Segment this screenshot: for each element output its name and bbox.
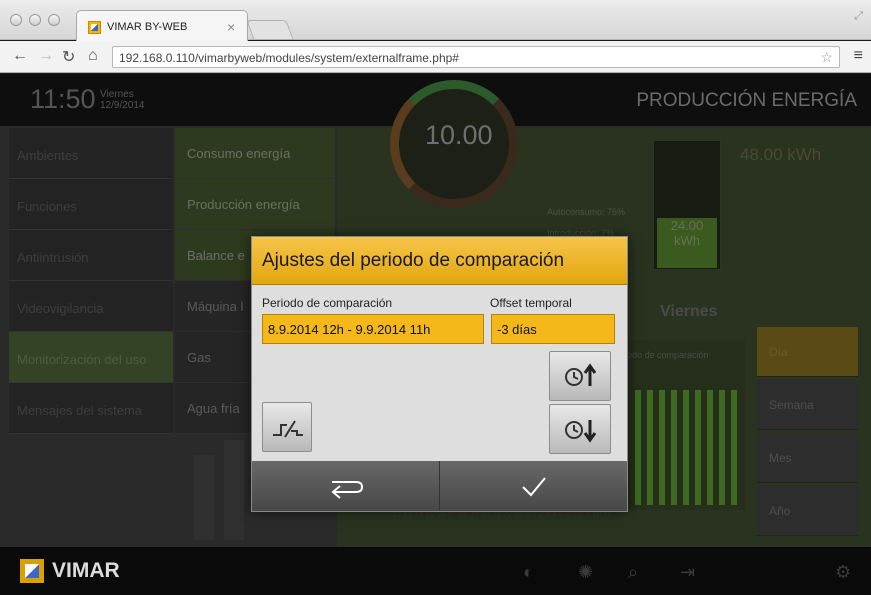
sidebar: Ambientes Funciones Antiintrusión Videov… bbox=[9, 128, 173, 458]
network-icon[interactable]: ✺ bbox=[578, 562, 593, 583]
browser-tab[interactable]: VIMAR BY-WEB × bbox=[76, 10, 248, 41]
comparison-chart bbox=[627, 340, 745, 510]
url-input[interactable]: 192.168.0.110/vimarbyweb/modules/system/… bbox=[112, 46, 840, 68]
browser-titlebar: VIMAR BY-WEB × ⤢ bbox=[0, 0, 871, 41]
app-footer: VIMAR ◐ ✺ ⌕ ⇥ ⚙ bbox=[0, 547, 871, 595]
address-bar: ← → ↻ ⌂ 192.168.0.110/vimarbyweb/modules… bbox=[0, 41, 871, 73]
sidebar-item-funciones[interactable]: Funciones bbox=[9, 179, 173, 230]
minimize-window-button[interactable] bbox=[29, 14, 41, 26]
shift-toggle-button[interactable] bbox=[262, 402, 312, 452]
menu-icon[interactable]: ≡ bbox=[854, 47, 863, 65]
zoom-window-button[interactable] bbox=[48, 14, 60, 26]
tab-close-icon[interactable]: × bbox=[227, 19, 235, 35]
brand-name: VIMAR bbox=[52, 559, 120, 582]
offset-label: Offset temporal bbox=[490, 296, 572, 310]
url-text: 192.168.0.110/vimarbyweb/modules/system/… bbox=[119, 51, 459, 65]
weekday: Viernes bbox=[100, 89, 134, 100]
clock-down-icon bbox=[565, 420, 597, 443]
sidebar-item-ambientes[interactable]: Ambientes bbox=[9, 128, 173, 179]
fullscreen-icon[interactable]: ⤢ bbox=[854, 10, 863, 23]
vimar-logo-icon bbox=[20, 559, 44, 583]
battery-value: 24.00 kWh bbox=[655, 218, 719, 248]
back-arrow-icon[interactable]: ← bbox=[12, 47, 28, 65]
dialog-actions bbox=[252, 461, 627, 511]
autoconsumo-label: Autoconsumo: 75% bbox=[547, 207, 626, 217]
dialog-header: Ajustes del periodo de comparación bbox=[252, 237, 627, 285]
comparison-settings-dialog: Ajustes del periodo de comparación Perio… bbox=[251, 236, 628, 512]
chart-bars bbox=[635, 390, 737, 505]
dialog-title: Ajustes del periodo de comparación bbox=[262, 250, 565, 271]
checkmark-icon bbox=[522, 477, 546, 497]
battery-unit: kWh bbox=[674, 233, 700, 248]
offset-field[interactable]: -3 días bbox=[491, 314, 615, 344]
total-energy: 48.00 kWh bbox=[740, 145, 822, 164]
confirm-button[interactable] bbox=[440, 461, 627, 511]
period-button-mes[interactable]: Mes bbox=[757, 433, 858, 483]
sidebar-item-mensajes[interactable]: Mensajes del sistema bbox=[9, 383, 173, 434]
sidebar-item-videovigilancia[interactable]: Videovigilancia bbox=[9, 281, 173, 332]
period-button-ano[interactable]: Año bbox=[757, 486, 858, 536]
sidebar-item-monitorizacion[interactable]: Monitorización del uso bbox=[9, 332, 173, 383]
offset-increase-button[interactable] bbox=[549, 351, 611, 401]
gauge-value: 10.00 bbox=[425, 120, 493, 150]
home-icon[interactable]: ⌂ bbox=[88, 47, 98, 65]
back-button[interactable] bbox=[252, 461, 439, 511]
period-field[interactable]: 8.9.2014 12h - 9.9.2014 11h bbox=[262, 314, 484, 344]
new-tab-button[interactable] bbox=[246, 20, 294, 40]
clock-up-icon bbox=[565, 363, 597, 386]
bookmark-star-icon[interactable]: ☆ bbox=[820, 49, 833, 66]
clock-time: 11:50 bbox=[30, 84, 96, 114]
signal-shift-icon bbox=[273, 420, 303, 438]
reload-icon[interactable]: ↻ bbox=[62, 47, 75, 67]
period-label: Periodo de comparación bbox=[262, 296, 393, 310]
forward-arrow-icon[interactable]: → bbox=[38, 47, 54, 65]
sidebar-item-antiintrusion[interactable]: Antiintrusión bbox=[9, 230, 173, 281]
offset-decrease-button[interactable] bbox=[549, 404, 611, 454]
search-zoom-icon[interactable]: ⌕ bbox=[628, 562, 638, 583]
clock-date: Viernes 12/9/2014 bbox=[100, 89, 145, 111]
vimar-favicon-icon bbox=[88, 21, 101, 34]
close-window-button[interactable] bbox=[10, 14, 22, 26]
contrast-icon[interactable]: ◐ bbox=[523, 562, 534, 583]
settings-icon[interactable]: ⚙ bbox=[835, 562, 851, 583]
submenu-item-consumo[interactable]: Consumo energía bbox=[175, 128, 335, 179]
battery-number: 24.00 bbox=[670, 218, 704, 233]
tab-title: VIMAR BY-WEB bbox=[107, 21, 188, 33]
logout-icon[interactable]: ⇥ bbox=[680, 562, 695, 583]
return-arrow-icon bbox=[331, 481, 364, 499]
period-button-semana[interactable]: Semana bbox=[757, 380, 858, 430]
comparison-label: odo de comparación bbox=[627, 350, 709, 360]
day-label: Viernes bbox=[660, 303, 718, 320]
period-button-dia[interactable]: Día bbox=[757, 327, 858, 377]
submenu-item-produccion[interactable]: Producción energía bbox=[175, 179, 335, 230]
date: 12/9/2014 bbox=[100, 100, 145, 111]
page-title: PRODUCCIÓN ENERGÍA bbox=[636, 90, 857, 111]
